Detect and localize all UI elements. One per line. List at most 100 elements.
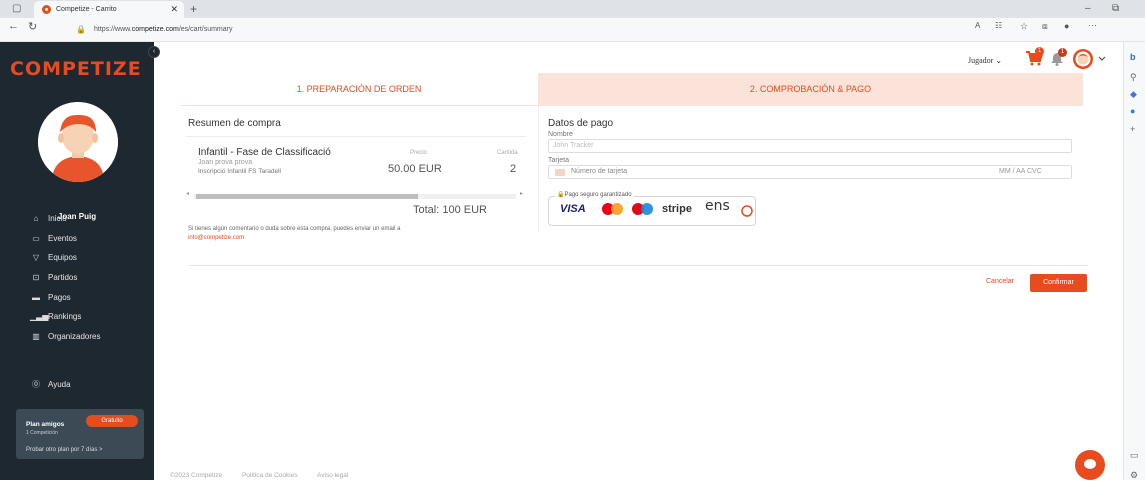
product-participant: Joan prova prova: [198, 159, 253, 166]
sidebar-item-eventos[interactable]: ▭ Eventos: [30, 232, 77, 246]
chat-button[interactable]: [1075, 450, 1105, 480]
sidebar-item-label: Equipos: [48, 253, 77, 262]
url-field[interactable]: 🔒 https://www.competize.com/es/cart/summ…: [66, 21, 966, 39]
calendar-icon: ▭: [32, 234, 40, 243]
competize-favicon-icon: [42, 5, 51, 14]
building-icon: ▥: [32, 332, 40, 341]
read-aloud-icon[interactable]: A: [975, 21, 980, 30]
outlook-icon[interactable]: ●: [1130, 106, 1135, 116]
more-icon[interactable]: ···: [1088, 20, 1097, 30]
split-screen-icon[interactable]: ▭: [1130, 450, 1139, 461]
sidebar-item-partidos[interactable]: ⊡ Partidos: [30, 271, 78, 285]
restore-icon[interactable]: ⧉: [1112, 0, 1119, 18]
sidebar-item-label: Partidos: [48, 273, 78, 282]
sidebar-item-label: Inicio: [48, 214, 67, 223]
scroll-thumb[interactable]: [196, 194, 418, 199]
minimize-icon[interactable]: –: [1085, 0, 1091, 18]
name-label: Nombre: [548, 131, 573, 138]
confirm-button[interactable]: Confirmar: [1030, 274, 1087, 292]
footer: ©2023 Competize Política de Cookies Avis…: [170, 472, 366, 479]
secure-payment-text: Pago seguro garantizado: [564, 192, 632, 198]
column-divider: [538, 106, 539, 232]
sidebar-item-label: Ayuda: [48, 380, 71, 389]
add-icon[interactable]: +: [1130, 124, 1135, 134]
price-column-header: Precio: [410, 150, 428, 156]
legal-link[interactable]: Aviso legal: [317, 472, 348, 479]
card-icon: ▬: [32, 293, 40, 302]
shield-icon: ▽: [32, 253, 40, 262]
cart-count-badge: 1: [1035, 47, 1044, 56]
small-avatar-icon: [1073, 49, 1106, 69]
bar-chart-icon: ▁▃▅: [30, 312, 49, 321]
bing-icon[interactable]: b: [1130, 52, 1136, 62]
sidebar-item-rankings[interactable]: ▁▃▅ Rankings: [30, 310, 81, 324]
comment-text: Si tienes algún comentario o duda sobre …: [188, 226, 401, 232]
scroll-right-icon[interactable]: ▸: [520, 190, 523, 197]
order-total: Total: 100 EUR: [413, 204, 487, 216]
sidebar-item-equipos[interactable]: ▽ Equipos: [30, 251, 77, 265]
mastercard-logo-icon: [602, 203, 623, 215]
card-icon: [555, 169, 565, 176]
sidebar-item-label: Organizadores: [48, 332, 101, 341]
sidebar-item-organizadores[interactable]: ▥ Organizadores: [30, 330, 100, 344]
sidebar-item-inicio[interactable]: ⌂ Inicio: [30, 212, 67, 226]
sidebar-item-label: Rankings: [48, 312, 82, 321]
versus-icon: ⊡: [32, 273, 40, 282]
product-description: Inscripció Infantil FS Taradell: [198, 168, 281, 175]
product-name: Infantil - Fase de Classificació: [198, 147, 331, 158]
card-number-field[interactable]: Número de tarjeta MM / AA CVC: [548, 165, 1072, 179]
competize-logo[interactable]: COMPETIZE: [10, 58, 142, 80]
browser-side-panel: b ⚲ ◆ ● + ▭ ⚙: [1123, 42, 1145, 480]
address-bar-row: ← ↻ 🔒 https://www.competize.com/es/cart/…: [0, 18, 1145, 42]
plan-subtitle: 1 Competición: [26, 430, 58, 436]
sidebar-item-pagos[interactable]: ▬ Pagos: [30, 291, 71, 305]
home-icon: ⌂: [33, 214, 39, 223]
favorite-icon[interactable]: ☆: [1020, 21, 1028, 32]
settings-icon[interactable]: ⚙: [1130, 470, 1138, 481]
step-preparacion: 1. PREPARACIÓN DE ORDEN: [180, 73, 538, 106]
notifications-button[interactable]: 1: [1050, 48, 1067, 71]
card-label: Tarjeta: [548, 157, 570, 164]
expiry-cvc-placeholder: MM / AA CVC: [999, 168, 1042, 175]
sidebar-item-ayuda[interactable]: ⓪ Ayuda: [30, 378, 71, 392]
url-prefix: https://www.: [94, 26, 132, 33]
product-quantity: 2: [510, 163, 517, 175]
avatar[interactable]: [38, 102, 118, 182]
new-tab-icon[interactable]: +: [190, 0, 197, 18]
url-domain: competize.com: [131, 26, 179, 33]
ens-logo: ens: [705, 198, 730, 214]
cart-button[interactable]: 1: [1025, 47, 1044, 71]
tab-title: Competize - Carrito: [56, 6, 117, 13]
collections-icon[interactable]: ⧈: [1042, 21, 1048, 32]
plan-badge: Gratuito: [86, 415, 138, 427]
card-placeholder: Número de tarjeta: [571, 168, 628, 175]
tab-actions-icon[interactable]: ▢: [12, 0, 21, 18]
sidebar-item-label: Eventos: [48, 234, 77, 243]
back-icon[interactable]: ←: [8, 20, 19, 32]
visa-logo: VISA: [560, 203, 586, 215]
horizontal-scrollbar[interactable]: ◂ ▸: [186, 190, 526, 200]
profile-icon[interactable]: ●: [1064, 21, 1069, 31]
user-avatar-icon: [38, 102, 118, 182]
search-icon[interactable]: ⚲: [1130, 72, 1137, 83]
name-field[interactable]: John Tracker: [548, 139, 1072, 153]
cancel-button[interactable]: Cancelar: [986, 278, 1014, 285]
step-pago: 2. COMPROBACIÓN & PAGO: [538, 73, 1083, 106]
support-email-link[interactable]: info@competize.com: [188, 235, 244, 241]
translate-icon[interactable]: ☷: [995, 21, 1002, 30]
help-icon: ⓪: [32, 380, 40, 389]
scroll-left-icon[interactable]: ◂: [186, 190, 189, 197]
cookies-link[interactable]: Política de Cookies: [242, 472, 298, 479]
close-tab-icon[interactable]: ✕: [170, 1, 178, 18]
try-plan-link[interactable]: Probar otro plan por 7 días >: [26, 447, 103, 453]
quantity-column-header: Cantida: [497, 150, 518, 156]
refresh-icon[interactable]: ↻: [28, 20, 37, 33]
browser-tab[interactable]: Competize - Carrito ✕: [34, 1, 184, 18]
secure-payment-label: 🔒Pago seguro garantizado: [555, 191, 634, 198]
sidebar-item-label: Pagos: [48, 293, 71, 302]
sidebar: COMPETIZE Joan Puig ⌂ Inicio ▭ Eventos ▽…: [0, 42, 154, 480]
shopping-icon[interactable]: ◆: [1130, 89, 1137, 100]
collapse-sidebar-button[interactable]: ‹: [148, 46, 160, 58]
user-role-menu[interactable]: Jugador ⌄: [968, 56, 1002, 65]
profile-menu-button[interactable]: [1072, 48, 1106, 75]
